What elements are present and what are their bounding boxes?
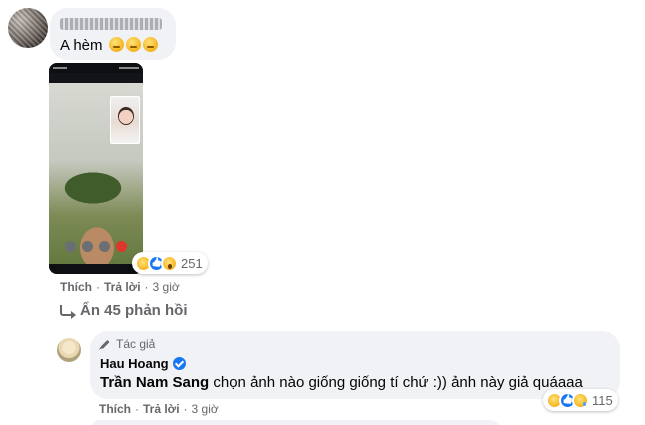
reply-link[interactable]: Trả lời [143,402,180,416]
timestamp[interactable]: 3 giờ [192,402,219,416]
verified-icon [172,357,186,370]
reply-bubble: Tác giả Hau Hoang Trần Nam Sang chọn ảnh… [90,331,620,399]
reply-author-avatar[interactable] [57,338,81,362]
camera-icon [65,241,76,252]
end-call-icon [116,241,127,252]
timestamp[interactable]: 3 giờ [153,280,180,294]
author-tag-label: Tác giả [116,337,156,351]
separator: · [96,280,100,294]
reply-reaction-count: 115 [592,392,613,408]
video-call-pip-view [110,96,140,144]
separator: · [144,280,149,294]
reply-actions: Thích · Trả lời · 3 giờ [99,402,219,416]
reply-text: Trần Nam Sang chọn ảnh nào giống giống t… [100,374,583,391]
author-badge: Tác giả [100,337,155,351]
mic-icon [99,241,110,252]
comment-text-content: A hèm [60,37,103,54]
phone-status-bar [49,63,143,73]
reply-text-content: chọn ảnh nào giống giống tí chứ :)) ảnh … [209,374,583,391]
emoji-icon [142,37,158,52]
emoji-icon [125,37,141,52]
sad-icon [572,391,589,409]
comment-actions: Thích · Trả lời · 3 giờ [60,280,180,294]
separator: · [135,402,139,416]
author-name-text: Hau Hoang [100,356,169,371]
pencil-icon [100,339,110,349]
phone-nav-bar [49,264,143,274]
reply-reaction-summary[interactable]: 115 [543,389,618,411]
hide-replies-button[interactable]: Ẩn 45 phản hồi [60,302,188,319]
reply-arrow-icon [60,305,76,319]
like-link[interactable]: Thích [99,402,131,416]
reply-link[interactable]: Trả lời [104,280,141,294]
mention-link[interactable]: Trần Nam Sang [100,374,209,391]
emoji-icon [108,37,124,52]
next-reply-bubble [90,420,500,425]
add-icon [82,241,93,252]
blurred-commenter-name[interactable] [60,18,162,30]
comment-image-attachment[interactable] [49,63,143,274]
wow-icon [161,254,178,272]
hide-replies-label: Ẩn 45 phản hồi [80,302,188,319]
reply-author-name[interactable]: Hau Hoang [100,356,186,371]
separator: · [183,402,188,416]
reaction-count: 251 [181,255,203,271]
call-controls [49,241,143,253]
reaction-summary[interactable]: 251 [132,252,208,274]
commenter-avatar[interactable] [8,8,48,48]
like-link[interactable]: Thích [60,280,92,294]
comment-bubble: A hèm [50,8,176,60]
comment-text: A hèm [60,37,158,54]
